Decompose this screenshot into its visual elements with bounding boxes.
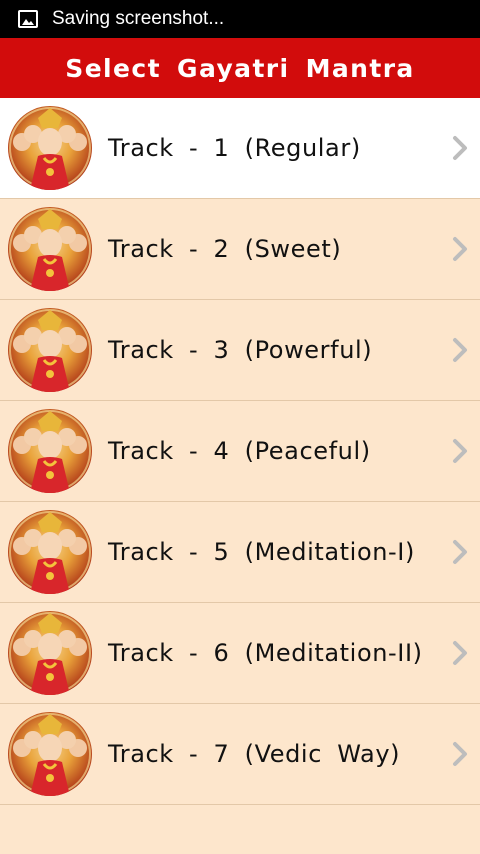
track-label: Track - 4 (Peaceful) xyxy=(108,437,371,465)
track-list: Track - 1 (Regular) Track - 2 (Sweet) Tr… xyxy=(0,98,480,805)
track-label: Track - 7 (Vedic Way) xyxy=(108,740,401,768)
chevron-right-icon xyxy=(452,438,468,468)
track-item-1[interactable]: Track - 1 (Regular) xyxy=(0,98,480,199)
track-label: Track - 5 (Meditation-I) xyxy=(108,538,415,566)
track-item-7[interactable]: Track - 7 (Vedic Way) xyxy=(0,704,480,805)
app-header: Select Gayatri Mantra xyxy=(0,38,480,98)
page-title: Select Gayatri Mantra xyxy=(65,53,415,83)
track-label: Track - 3 (Powerful) xyxy=(108,336,373,364)
image-icon xyxy=(18,10,38,28)
track-item-4[interactable]: Track - 4 (Peaceful) xyxy=(0,401,480,502)
gayatri-thumbnail xyxy=(8,409,92,493)
chevron-right-icon xyxy=(452,337,468,367)
gayatri-thumbnail xyxy=(8,207,92,291)
chevron-right-icon xyxy=(452,640,468,670)
track-label: Track - 2 (Sweet) xyxy=(108,235,342,263)
track-item-3[interactable]: Track - 3 (Powerful) xyxy=(0,300,480,401)
gayatri-thumbnail xyxy=(8,712,92,796)
chevron-right-icon xyxy=(452,539,468,569)
gayatri-thumbnail xyxy=(8,510,92,594)
gayatri-thumbnail xyxy=(8,308,92,392)
status-bar: Saving screenshot... xyxy=(0,0,480,38)
gayatri-thumbnail xyxy=(8,106,92,190)
gayatri-thumbnail xyxy=(8,611,92,695)
chevron-right-icon xyxy=(452,741,468,771)
track-item-6[interactable]: Track - 6 (Meditation-II) xyxy=(0,603,480,704)
track-label: Track - 1 (Regular) xyxy=(108,134,361,162)
status-text: Saving screenshot... xyxy=(52,8,225,29)
chevron-right-icon xyxy=(452,236,468,266)
track-item-5[interactable]: Track - 5 (Meditation-I) xyxy=(0,502,480,603)
track-item-2[interactable]: Track - 2 (Sweet) xyxy=(0,199,480,300)
chevron-right-icon xyxy=(452,135,468,165)
track-label: Track - 6 (Meditation-II) xyxy=(108,639,423,667)
